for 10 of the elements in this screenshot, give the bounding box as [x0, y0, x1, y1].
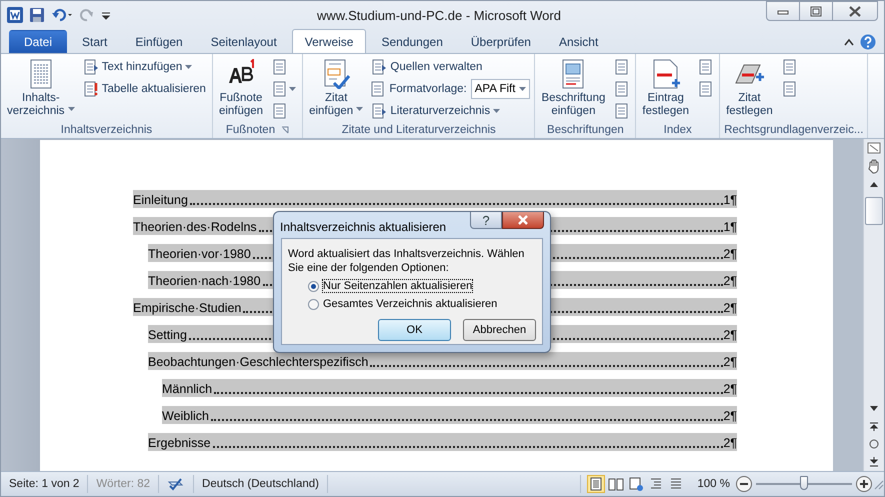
group-label: Rechtsgrundlagenverzeic... — [724, 124, 864, 136]
window-title: www.Studium-und-PC.de - Microsoft Word — [316, 8, 562, 22]
dialog-title: Inhaltsverzeichnis aktualisieren — [279, 219, 448, 234]
group-label: Beschriftungen — [547, 124, 624, 136]
dialog-message: Word aktualisiert das Inhaltsverzeichnis. Wählen Sie eine der folgenden Optionen: — [288, 247, 526, 275]
group-label: Inhaltsverzeichnis — [60, 124, 152, 136]
group-label: Fußnoten — [226, 124, 276, 136]
group-label: Index — [664, 124, 692, 136]
group-label: Zitate und Literaturverzeichnis — [342, 124, 496, 136]
combo-label: Formatvorlage: — [389, 83, 467, 95]
